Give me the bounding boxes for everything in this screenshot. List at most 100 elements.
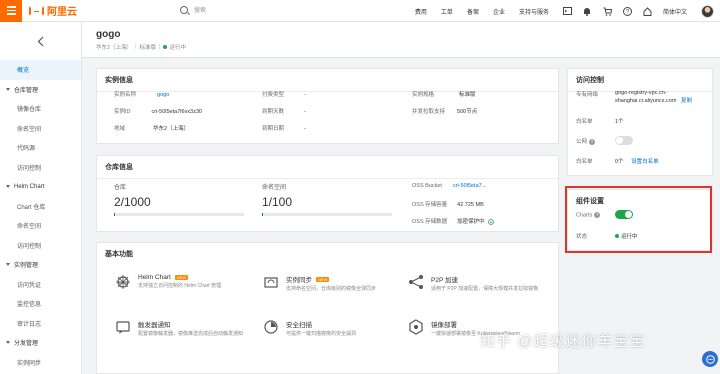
whitelist-label: 白名单 (576, 119, 593, 125)
search-bar[interactable]: 搜索 (180, 5, 206, 14)
sidebar-item-label: 分发管理 (14, 341, 39, 348)
features-title: 基本功能 (105, 251, 133, 258)
namespace-usage-fill (262, 213, 264, 216)
feature-card[interactable]: P2P 加速 适用于 P2P 加速配置，保障大规模并发拉取镜像 (407, 273, 543, 293)
info-row-spec: 实例规格 标准版 (412, 92, 476, 98)
info-row-region: 地域 华东2（上海） (114, 126, 190, 132)
whitelist2-label: 白名单 (576, 159, 593, 165)
terminal-icon[interactable] (562, 7, 572, 16)
avatar[interactable] (701, 4, 714, 18)
set-whitelist-link[interactable]: 设置白名单 (631, 159, 659, 165)
language-switch[interactable]: 简体中文 (663, 7, 687, 16)
brand-name: 阿里云 (47, 7, 77, 18)
status-dot-icon (163, 45, 168, 49)
sidebar-item[interactable]: 访问凭证 (0, 275, 81, 295)
instance-info-panel: 实例信息 实例名称 gogo 实例ID cri-50l5eta7l6vx3z30 地… (96, 68, 559, 144)
instance-edition: 标准版 (139, 45, 157, 51)
sidebar-item[interactable]: 实例同步 (0, 353, 81, 373)
caret-down-icon (6, 185, 10, 189)
sidebar-group[interactable]: Helm Chart (0, 177, 81, 197)
sidebar-item[interactable]: 概览 (0, 60, 81, 80)
new-badge: NEW (174, 275, 189, 280)
feature-card[interactable]: 实例同步 NEW 支持命名空间，仓库级别的镜像全球同步 (262, 273, 398, 293)
menu-icon[interactable] (0, 0, 22, 22)
sidebar-item[interactable]: 镜像仓库 (0, 99, 81, 119)
top-link-billing[interactable]: 费用 (415, 7, 427, 16)
feature-card[interactable]: 触发器通知 配置镜像触发器，镜像推送完成后自动触发通知 (114, 318, 250, 338)
sidebar-group[interactable]: 实例管理 (0, 255, 81, 275)
sidebar-nav: 概览 仓库管理 镜像仓库 命名空间 代码源 访问控制 Helm Chart Chart 仓库命… (0, 60, 81, 372)
vpc-endpoint-value: gogo-registry-vpc.cn-shanghai.cr.aliyunc… (615, 90, 677, 104)
features-panel: 基本功能 HELM Helm Chart NEW 支持独立访问控制的 Helm Cha… (96, 242, 559, 374)
sidebar-item[interactable]: Chart 仓库 (0, 197, 81, 217)
sidebar-item[interactable]: 访问控制 (0, 158, 81, 178)
oss-bucket-row: OSS Bucket cri-50l5eta7... (412, 183, 487, 189)
namespace-usage-bar (262, 213, 392, 216)
deploy-icon (407, 318, 425, 336)
p2p-icon (407, 273, 425, 291)
repo-info-panel: 仓库信息 仓库 2/1000 命名空间 1/100 OSS Bucket cri-… (96, 155, 559, 232)
caret-down-icon (6, 341, 10, 345)
top-link-enterprise[interactable]: 企业 (493, 7, 505, 16)
whitelist2-row: 0个 设置白名单 (615, 159, 659, 165)
sidebar-item-label: 镜像仓库 (17, 107, 42, 114)
vpc-endpoint: gogo-registry-vpc.cn-shanghai.cr.aliyunc… (615, 90, 711, 105)
watermark: 知乎 @超级迷你羊宝宝 (480, 333, 646, 350)
help-chat-button[interactable] (702, 351, 718, 367)
sidebar-item-label: 命名空间 (17, 224, 42, 231)
feature-card[interactable]: 安全扫描 可提供一键扫描镜像的安全漏洞 (262, 318, 398, 338)
home-icon[interactable] (643, 6, 652, 16)
top-link-icp[interactable]: 备案 (467, 7, 479, 16)
instance-header: gogo 华东2（上海） | 标准版 | 运行中 (82, 22, 720, 58)
helm-icon: HELM (114, 273, 132, 291)
feature-title: Helm Chart (138, 274, 171, 281)
help-icon[interactable]: ? (622, 6, 632, 16)
info-row-expire: 到期日期 - (262, 126, 306, 132)
feature-card[interactable]: HELM Helm Chart NEW 支持独立访问控制的 Helm Chart 管理 (114, 273, 250, 291)
sidebar-item[interactable]: 命名空间 (0, 119, 81, 139)
vpc-label: 专有网络 (576, 92, 599, 98)
oss-bucket-link[interactable]: cri-50l5eta7... (453, 183, 486, 189)
top-link-support[interactable]: 支持与服务 (519, 7, 549, 16)
sidebar-item-label: 访问控制 (17, 243, 42, 250)
feature-title: P2P 加速 (431, 277, 458, 284)
namespace-count-label: 命名空间 (262, 185, 287, 191)
oss-capacity-row: OSS 存储容量 42.725 MB (412, 202, 484, 208)
sidebar-item-label: 实例同步 (17, 360, 42, 367)
access-control-title: 访问控制 (568, 69, 712, 92)
feature-description: 支持独立访问控制的 Helm Chart 管理 (138, 283, 222, 289)
sidebar-item[interactable]: 命名空间 (0, 216, 81, 236)
sidebar-item-label: 命名空间 (17, 126, 42, 133)
feature-title: 镜像部署 (431, 322, 457, 329)
sidebar-item-label: 访问控制 (17, 165, 42, 172)
question-icon[interactable]: ? (589, 138, 596, 145)
svg-text:HELM: HELM (117, 280, 128, 285)
public-network-toggle[interactable] (615, 136, 633, 145)
top-link-ticket[interactable]: 工单 (441, 7, 453, 16)
instance-name-link[interactable]: gogo (157, 92, 169, 98)
instance-meta: 华东2（上海） | 标准版 | 运行中 (96, 44, 186, 51)
info-row-days: 到期天数 - (262, 109, 306, 115)
sidebar-item-label: 监控信息 (17, 302, 42, 309)
sidebar-item[interactable]: 监控信息 (0, 294, 81, 314)
back-icon[interactable] (0, 22, 81, 60)
sidebar-group[interactable]: 仓库管理 (0, 80, 81, 100)
public-network-label: 公网 (576, 139, 588, 145)
instance-region: 华东2（上海） (96, 45, 133, 51)
cart-icon[interactable] (603, 7, 612, 16)
feature-title: 实例同步 (286, 277, 312, 284)
sidebar-item[interactable]: 访问控制 (0, 236, 81, 256)
sidebar-item-label: Helm Chart (14, 183, 45, 190)
oss-encrypt-row: OSS 存储数据 加密保护中 (412, 217, 495, 225)
brand-logo[interactable]: 阿里云 (29, 3, 77, 18)
bell-icon[interactable] (583, 7, 592, 16)
sidebar-group[interactable]: 分发管理 (0, 333, 81, 353)
search-icon[interactable] (180, 5, 188, 14)
sidebar-item[interactable]: 审计日志 (0, 314, 81, 334)
sidebar-item-label: 实例管理 (14, 263, 39, 270)
sidebar-item[interactable]: 代码源 (0, 138, 81, 158)
top-bar: 阿里云 搜索 费用 工单 备案 企业 支持与服务 ? 简体中文 (0, 0, 720, 22)
copy-link[interactable]: 复制 (681, 98, 692, 104)
top-links: 费用 工单 备案 企业 支持与服务 ? 简体中文 (415, 0, 720, 22)
scan-icon (262, 318, 280, 336)
